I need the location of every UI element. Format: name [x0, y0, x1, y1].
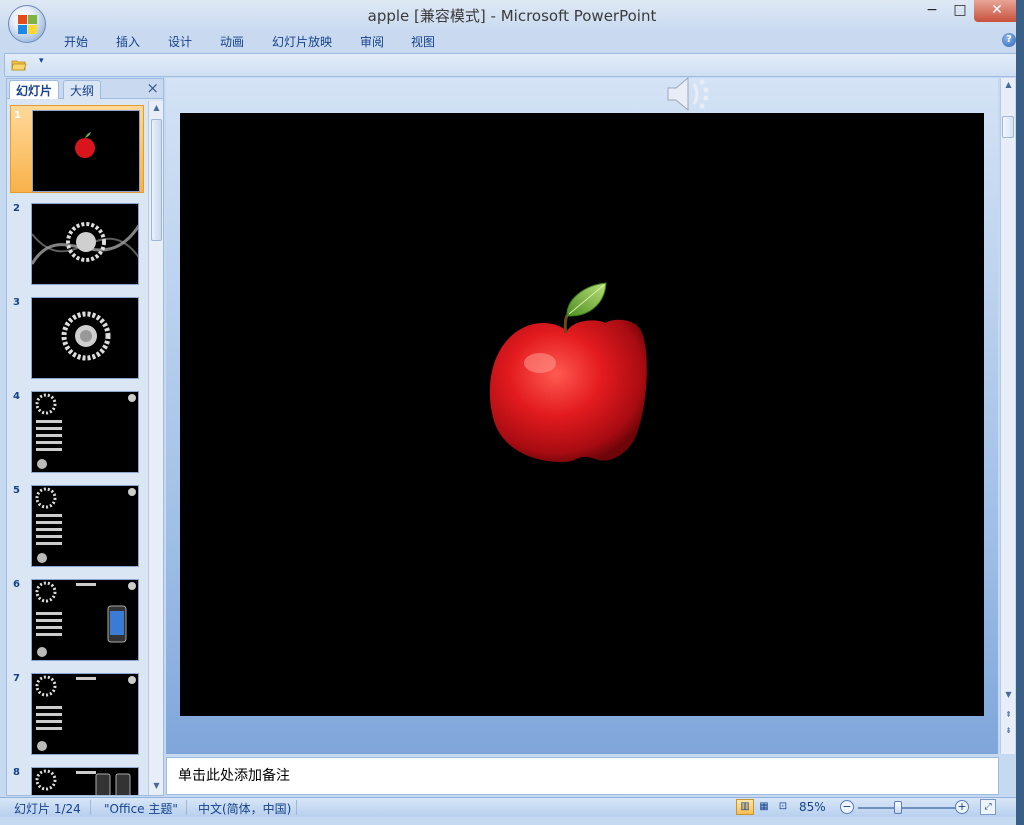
- scroll-down-icon[interactable]: ▼: [1003, 690, 1014, 702]
- open-folder-icon[interactable]: [11, 59, 27, 71]
- slide-number: 7: [13, 673, 20, 684]
- tab-outline[interactable]: 大纲: [63, 80, 102, 99]
- iphone-list-phone-icon: [35, 581, 136, 657]
- help-icon[interactable]: ?: [1002, 33, 1016, 47]
- slide-thumbnails: 1 2 3 4 5 6 7 8: [7, 101, 148, 795]
- title-bar: apple [兼容模式] - Microsoft PowerPoint − □ …: [0, 0, 1024, 30]
- slideshow-view-icon[interactable]: ⊡: [774, 799, 792, 815]
- next-slide-icon[interactable]: ⇟: [1003, 726, 1014, 738]
- office-logo-icon: [18, 15, 38, 35]
- tab-slideshow[interactable]: 幻灯片放映: [272, 33, 332, 50]
- slides-panel: 幻灯片 大纲 × 1 2 3 4 5 6 7 8 ▲ ▼: [6, 78, 164, 796]
- slide-number: 6: [13, 579, 20, 590]
- slide-editor: [166, 76, 998, 754]
- slide-thumbnail[interactable]: 2: [10, 199, 144, 287]
- slide-sorter-icon[interactable]: ▦: [755, 799, 773, 815]
- slide-number: 4: [13, 391, 20, 402]
- zoom-slider-thumb[interactable]: [894, 801, 902, 814]
- slide-number: 2: [13, 203, 20, 214]
- panel-tabs: 幻灯片 大纲 ×: [7, 79, 163, 99]
- ribbon-tabs: 开始 插入 设计 动画 幻灯片放映 审阅 视图 ?: [0, 30, 1024, 52]
- scroll-thumb[interactable]: [1002, 116, 1014, 138]
- iphone-list-icon: [35, 675, 136, 751]
- slide-thumbnail[interactable]: 8: [10, 763, 144, 795]
- slide-thumbnail[interactable]: 4: [10, 387, 144, 475]
- minimize-button[interactable]: −: [918, 0, 946, 22]
- slide-preview: [31, 203, 139, 285]
- tab-slides[interactable]: 幻灯片: [9, 80, 60, 99]
- slide-thumbnail[interactable]: 3: [10, 293, 144, 381]
- iphone-list-icon: [35, 487, 136, 563]
- slide-number: 1: [14, 110, 21, 121]
- thumbnail-scrollbar[interactable]: ▲ ▼: [148, 101, 163, 795]
- scroll-down-icon[interactable]: ▼: [151, 781, 162, 793]
- zoom-in-icon[interactable]: +: [955, 800, 969, 814]
- tab-animation[interactable]: 动画: [220, 33, 244, 50]
- slide-number: 3: [13, 297, 20, 308]
- normal-view-icon[interactable]: ▥: [736, 799, 754, 815]
- iphone-phones-icon: [35, 769, 131, 795]
- iphone-list-icon: [35, 393, 136, 469]
- panel-close-icon[interactable]: ×: [146, 79, 159, 97]
- zoom-slider[interactable]: [858, 807, 956, 809]
- divider: [186, 800, 187, 815]
- slide-preview: [31, 579, 139, 661]
- scroll-thumb[interactable]: [151, 119, 162, 241]
- fit-to-window-icon[interactable]: ⤢: [980, 799, 996, 815]
- previous-slide-icon[interactable]: ⇞: [1003, 710, 1014, 722]
- zoom-level[interactable]: 85%: [799, 800, 826, 814]
- slide-preview: [31, 485, 139, 567]
- slide-preview: [31, 391, 139, 473]
- slide-counter: 幻灯片 1/24: [14, 802, 81, 816]
- theme-name: "Office 主题": [104, 802, 178, 816]
- notes-placeholder[interactable]: 单击此处添加备注: [178, 765, 290, 785]
- slide-preview: [32, 110, 140, 192]
- apple-image[interactable]: [180, 113, 984, 716]
- slide-thumbnail[interactable]: 7: [10, 669, 144, 757]
- slide-preview: [31, 767, 139, 795]
- tab-home[interactable]: 开始: [64, 33, 88, 50]
- slide-number: 5: [13, 485, 20, 496]
- maximize-button[interactable]: □: [946, 0, 974, 22]
- zoom-out-icon[interactable]: −: [840, 800, 854, 814]
- snowflake-icon: [61, 311, 111, 361]
- tab-design[interactable]: 设计: [168, 33, 192, 50]
- scroll-up-icon[interactable]: ▲: [151, 103, 162, 115]
- scroll-up-icon[interactable]: ▲: [1003, 80, 1014, 92]
- tab-insert[interactable]: 插入: [116, 33, 140, 50]
- status-bar: 幻灯片 1/24 "Office 主题" 中文(简体，中国) ▥ ▦ ⊡ 85%…: [0, 797, 1024, 817]
- snowflake-swirl-icon: [32, 222, 138, 265]
- divider: [90, 800, 91, 815]
- tab-view[interactable]: 视图: [411, 33, 435, 50]
- apple-icon: [75, 132, 95, 158]
- office-button[interactable]: [8, 5, 46, 43]
- slide-preview: [31, 673, 139, 755]
- language-indicator[interactable]: 中文(简体，中国): [198, 800, 291, 817]
- desktop-edge: [1016, 0, 1024, 825]
- slide-preview: [31, 297, 139, 379]
- window-title: apple [兼容模式] - Microsoft PowerPoint: [367, 7, 657, 25]
- qat-dropdown-icon[interactable]: ▾: [39, 56, 44, 66]
- speaker-icon[interactable]: [664, 76, 716, 112]
- close-button[interactable]: ✕: [974, 0, 1020, 22]
- slide-scrollbar[interactable]: ▲ ▼ ⇞ ⇟: [1000, 78, 1015, 754]
- current-slide[interactable]: [180, 113, 984, 716]
- slide-number: 8: [13, 767, 20, 778]
- notes-pane[interactable]: 单击此处添加备注: [166, 757, 999, 795]
- slide-thumbnail[interactable]: 1: [10, 105, 144, 193]
- divider: [296, 800, 297, 815]
- tab-review[interactable]: 审阅: [360, 33, 384, 50]
- slide-thumbnail[interactable]: 6: [10, 575, 144, 663]
- slide-thumbnail[interactable]: 5: [10, 481, 144, 569]
- quick-access-toolbar: ▾: [4, 53, 1018, 77]
